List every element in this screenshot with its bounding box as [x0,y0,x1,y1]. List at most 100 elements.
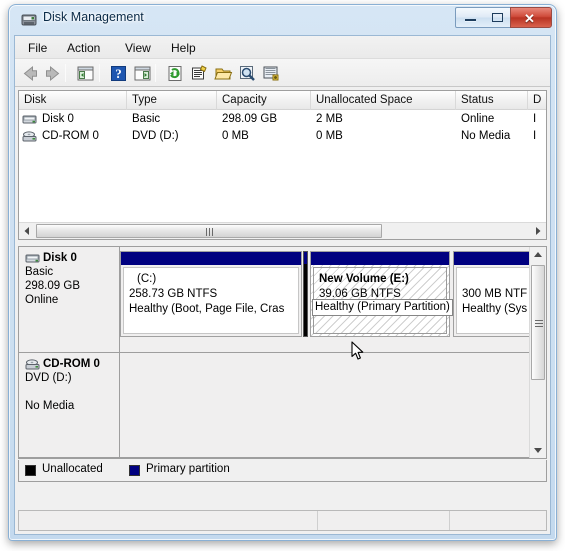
show-hide-console-tree-icon[interactable] [75,63,96,84]
cell-type: Basic [132,113,161,125]
partition-e-status-label: Healthy (Primary Partition) [312,299,453,316]
properties-icon[interactable] [189,63,210,84]
cell-capacity: 0 MB [222,130,249,142]
cell-unallocated-space: 0 MB [316,130,343,142]
forward-arrow-icon[interactable] [42,63,63,84]
graph-vertical-scrollbar[interactable] [529,247,546,458]
cell-disk: CD-ROM 0 [42,130,99,142]
column-header-status[interactable]: Status [456,91,528,110]
partition-new-volume-e[interactable]: New Volume (E:) 39.06 GB NTFS [310,251,450,337]
scroll-up-arrow-icon[interactable] [530,247,546,264]
search-icon[interactable] [237,63,258,84]
legend-unallocated-label: Unallocated [42,463,103,475]
graphical-view-pane: Disk 0 Basic 298.09 GB Online (C:) 258.7… [18,246,547,459]
help-icon[interactable]: ? [108,63,129,84]
table-row[interactable]: Disk 0 Basic 298.09 GB 2 MB Online I [19,111,546,128]
cd-rom-0-type: DVD (D:) [25,372,72,384]
partition-c-label: (C:) [137,273,157,285]
unallocated-space[interactable] [303,251,308,337]
status-bar [18,510,547,531]
partition-c[interactable]: (C:) 258.73 GB NTFS Healthy (Boot, Page … [120,251,302,337]
minimize-button[interactable] [455,7,484,28]
cd-rom-icon [22,130,37,143]
column-header-device[interactable]: D [528,91,558,110]
cd-rom-0-blank [25,385,119,399]
legend-primary-partition-label: Primary partition [146,463,230,475]
partition-c-color-bar [121,252,301,265]
menu-view[interactable]: View [118,39,158,57]
column-header-capacity[interactable]: Capacity [217,91,311,110]
status-pane-3 [450,511,546,530]
minimize-icon [465,19,476,22]
disk-0-title: Disk 0 [43,252,77,264]
disk-management-icon [20,11,38,29]
disk-0-capacity: 298.09 GB [25,280,80,292]
menu-file[interactable]: File [21,39,54,57]
rescan-disks-icon[interactable] [261,63,282,84]
back-arrow-icon[interactable] [20,63,41,84]
partition-c-details: (C:) 258.73 GB NTFS Healthy (Boot, Page … [123,267,299,334]
close-button[interactable]: ✕ [510,7,552,28]
toolbar: ? [15,59,550,87]
window-client-area: File Action View Help ? Disk Type Capaci… [14,35,558,535]
open-folder-icon[interactable] [213,63,234,84]
menu-action[interactable]: Action [60,39,107,57]
cd-rom-0-title: CD-ROM 0 [43,358,100,370]
legend-primary-partition-swatch [129,465,140,476]
partition-c-size: 258.73 GB NTFS [129,288,218,300]
cell-device: I [533,130,537,142]
title-bar[interactable]: Disk Management ✕ [9,5,556,35]
cell-unallocated-space: 2 MB [316,113,343,125]
disk-list-pane: Disk Type Capacity Unallocated Space Sta… [18,90,558,240]
vertical-scrollbar-thumb[interactable] [531,265,545,380]
disk-0-partitions: (C:) 258.73 GB NTFS Healthy (Boot, Page … [120,247,546,353]
hard-disk-icon [22,113,37,126]
partition-e-label: New Volume (E:) [319,273,409,285]
scrollbar-grip-icon [206,228,213,236]
cell-status: No Media [461,130,511,142]
disk-management-window: Disk Management ✕ File Action View Help [8,4,558,541]
show-hide-action-pane-icon[interactable] [132,63,153,84]
toolbar-separator [99,64,100,82]
column-header-unallocated-space[interactable]: Unallocated Space [311,91,456,110]
menu-bar: File Action View Help [15,36,550,59]
disk-0-info[interactable]: Disk 0 Basic 298.09 GB Online [19,247,120,353]
toolbar-separator [155,64,156,82]
cd-rom-0-partitions [120,353,546,458]
scroll-right-arrow-icon[interactable] [529,223,546,239]
toolbar-separator [65,64,66,82]
table-row[interactable]: CD-ROM 0 DVD (D:) 0 MB 0 MB No Media I [19,128,546,145]
hard-disk-icon [25,252,41,265]
scroll-left-arrow-icon[interactable] [19,223,36,239]
cell-capacity: 298.09 GB [222,113,277,125]
menu-help[interactable]: Help [164,39,203,57]
cd-rom-0-status: No Media [25,400,75,412]
status-pane-1 [19,511,318,530]
legend: Unallocated Primary partition [18,460,547,482]
disk-0-status: Online [25,294,59,306]
cell-status: Online [461,113,495,125]
maximize-icon [492,13,503,22]
disk-list-horizontal-scrollbar[interactable] [19,222,546,239]
disk-list-header: Disk Type Capacity Unallocated Space Sta… [19,91,558,110]
cd-rom-0-info[interactable]: CD-ROM 0 DVD (D:) No Media [19,353,120,458]
status-pane-2 [318,511,450,530]
mouse-pointer [351,341,365,361]
cell-device: I [533,113,537,125]
disk-row-cd-rom-0[interactable]: CD-ROM 0 DVD (D:) No Media [19,353,546,458]
horizontal-scrollbar-thumb[interactable] [36,224,382,238]
refresh-icon[interactable] [165,63,186,84]
legend-unallocated-swatch [25,465,36,476]
svg-text:?: ? [115,66,122,81]
window-title: Disk Management [43,10,144,24]
disk-0-type: Basic [25,266,54,278]
maximize-button[interactable] [483,7,512,28]
unallocated-color-bar [304,252,307,264]
cell-type: DVD (D:) [132,130,179,142]
column-header-type[interactable]: Type [127,91,217,110]
scrollbar-grip-icon [535,319,543,327]
column-header-disk[interactable]: Disk [19,91,127,110]
partition-e-color-bar [311,252,449,265]
scroll-down-arrow-icon[interactable] [530,441,546,458]
disk-row-disk-0[interactable]: Disk 0 Basic 298.09 GB Online (C:) 258.7… [19,247,546,353]
